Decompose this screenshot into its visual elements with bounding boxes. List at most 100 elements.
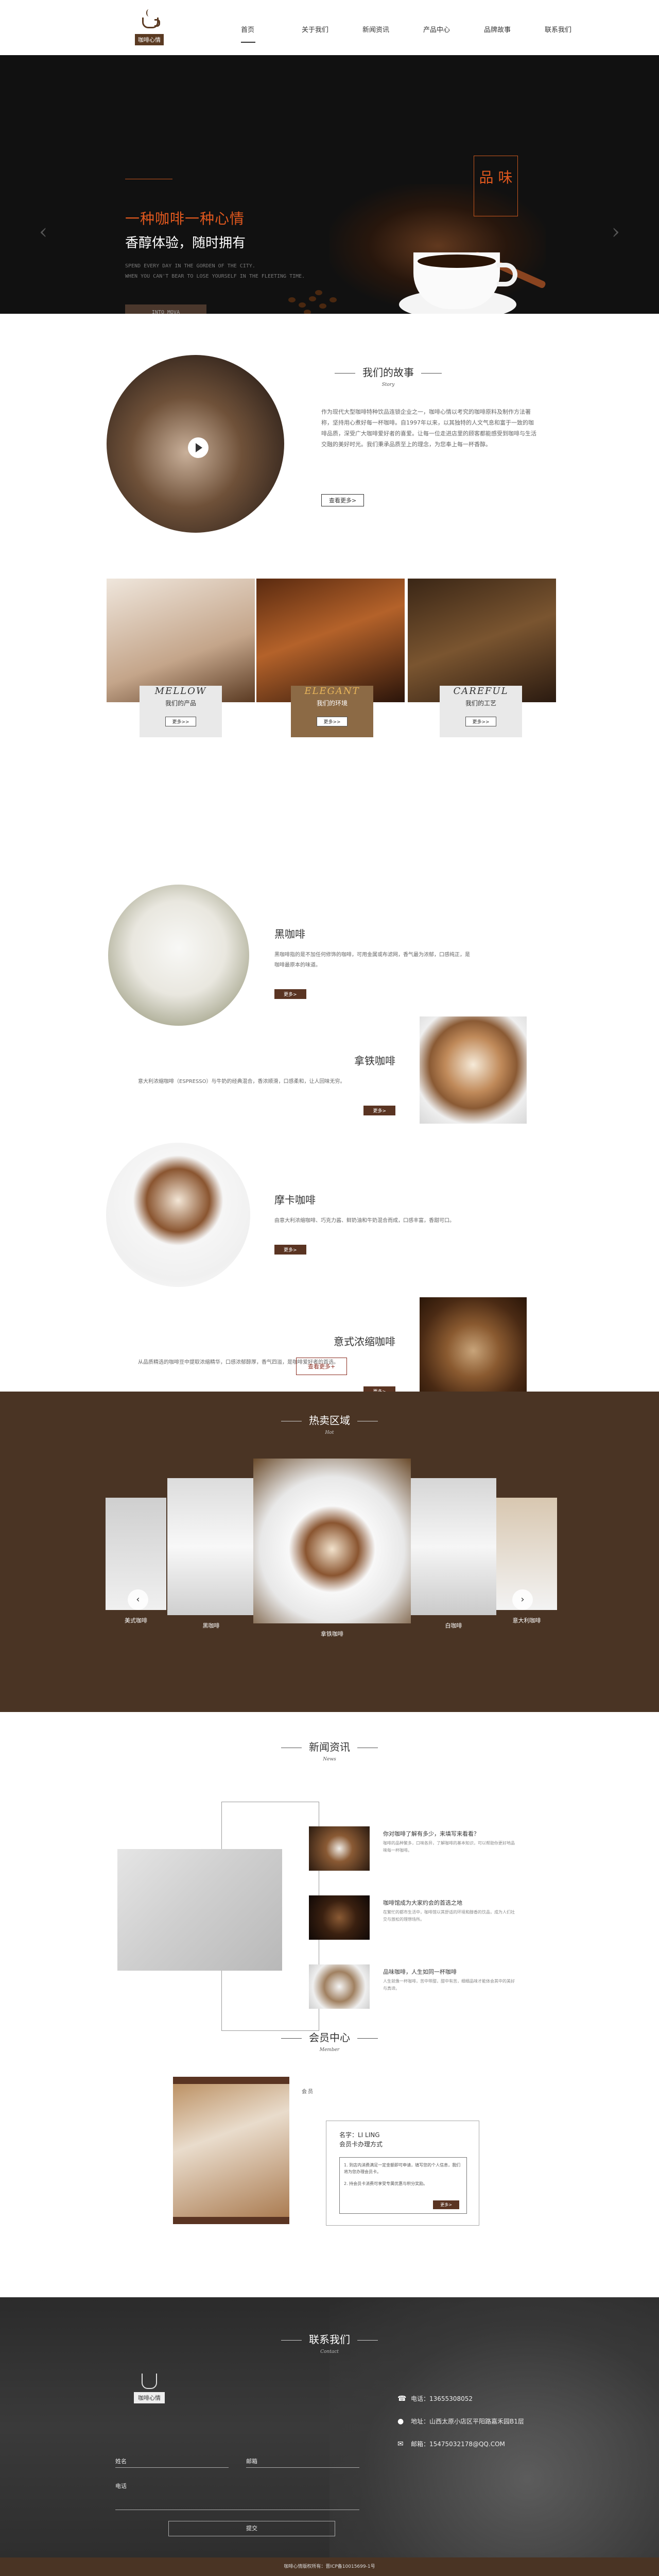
story-text: 作为现代大型咖啡特种饮品连锁企业之一，咖啡心情以考究的咖啡原料及制作方法著称，坚… [321,409,536,448]
logo-text: 咖啡心情 [135,34,164,45]
contact-section: 联系我们 Contact 咖啡心情 ☎ 电话：13655308052 ● 地址：山西… [0,2297,659,2557]
panel-craft[interactable] [408,579,556,702]
site-logo[interactable]: 咖啡心情 [134,7,165,48]
news-item-desc: 在繁忙的都市生活中，咖啡馆以其舒适的环境和醇香的饮品，成为人们社交与放松的理想场… [383,1910,515,1922]
product-more-button[interactable]: 更多> [274,1245,306,1255]
hot-section: 热卖区域 Hot 美式咖啡 黑咖啡 拿铁咖啡 白咖啡 意大利咖啡 ‹ › [0,1392,659,1712]
feature-panels: MELLOW 我们的产品 更多>> ELEGANT 我们的环境 更多>> CAR… [0,579,659,841]
member-photo [173,2077,289,2224]
panel-craft-button[interactable]: 更多>> [465,717,496,726]
hot-next-button[interactable]: › [512,1589,533,1610]
story-heading: 我们的故事 Story [321,364,455,387]
banner-button[interactable]: INTO MOVA [125,304,206,314]
coffee-bean [319,303,326,309]
contact-logo: 咖啡心情 [134,2374,165,2403]
news-item[interactable]: 咖啡馆成为大家约会的首选之地 在繁忙的都市生活中，咖啡馆以其舒适的环境和醇香的饮… [309,1895,535,1942]
nav-products[interactable]: 产品中心 [423,24,484,34]
phone-icon: ☎ [397,2395,407,2403]
member-name: 名字：LI LING [339,2131,380,2139]
hot-item-white-coffee[interactable]: 白咖啡 [411,1478,496,1629]
news-item-desc: 人生就像一杯咖啡，苦中带甜，甜中有苦，细细品味才能体会其中的美好与真谛。 [383,1979,515,1991]
nav-about[interactable]: 关于我们 [302,24,362,34]
product-black-coffee: 黑咖啡 黑咖啡指的是不加任何修饰的咖啡，可用金属或布滤网，香气最为浓郁，口感纯正… [274,926,470,999]
mail-icon: ✉ [397,2440,404,2448]
product-mocha: 摩卡咖啡 由意大利浓缩咖啡、巧克力酱、鲜奶油和牛奶混合而成，口感丰富，香甜可口。… [274,1192,470,1255]
products-section: 黑咖啡 黑咖啡指的是不加任何修饰的咖啡，可用金属或布滤网，香气最为浓郁，口感纯正… [0,841,659,1404]
news-item-title: 品味咖啡，人生如同一杯咖啡 [383,1969,457,1975]
product-desc: 从品质精选的咖啡豆中提取浓缩精华，口感浓郁醇厚，香气四溢，是咖啡爱好者的首选。 [138,1360,339,1365]
product-desc: 意大利浓缩咖啡（ESPRESSO）与牛奶的经典混合，香浓顺滑，口感柔和，让人回味… [138,1079,345,1084]
contact-address: ● 地址：山西太原小店区平阳路嘉禾园B1层 [397,2417,524,2426]
banner-subheadline: 香醇体验，随时拥有 [125,235,246,251]
banner-prev-arrow[interactable]: ‹ [39,220,47,244]
news-item[interactable]: 品味咖啡，人生如同一杯咖啡 人生就像一杯咖啡，苦中带甜，甜中有苦，细细品味才能体… [309,1964,535,2011]
contact-subtitle: Contact [320,2349,339,2354]
panel-products[interactable] [107,579,255,702]
story-section: 我们的故事 Story 作为现代大型咖啡特种饮品连锁企业之一，咖啡心情以考究的咖… [0,314,659,579]
member-step-1: 1. 到店内消费满足一定金额即可申请，填写您的个人信息，我们将为您办理会员卡。 [344,2163,461,2174]
coffee-bean [299,302,306,308]
contact-address-text: 地址：山西太原小店区平阳路嘉禾园B1层 [411,2418,524,2425]
panel-products-button[interactable]: 更多>> [165,717,196,726]
panel-environment-en: ELEGANT [304,686,360,697]
name-field[interactable] [115,2467,229,2468]
panel-environment-card: ELEGANT 我们的环境 更多>> [291,686,373,737]
coffee-bean [309,296,316,301]
news-item-title: 咖啡馆成为大家约会的首选之地 [383,1900,462,1906]
contact-email: ✉ 邮箱：15475032178@QQ.COM [397,2439,505,2448]
coffee-bean [304,310,311,314]
products-more-button[interactable]: 查看更多+ [296,1358,348,1375]
nav-news[interactable]: 新闻资讯 [362,24,423,34]
banner-headline: 一种咖啡一种心情 [125,210,245,227]
product-name: 摩卡咖啡 [274,1194,316,1206]
hot-item-black-coffee[interactable]: 黑咖啡 [167,1478,255,1629]
panel-craft-card: CAREFUL 我们的工艺 更多>> [440,686,522,737]
story-more-button[interactable]: 查看更多> [321,494,365,506]
story-subtitle: Story [381,382,395,387]
panel-craft-en: CAREFUL [453,686,509,697]
member-more-button[interactable]: 更多> [433,2200,459,2209]
banner-english-line-1: SPEND EVERY DAY IN THE GORDEN OF THE CIT… [125,263,255,269]
product-more-button[interactable]: 更多> [363,1106,395,1115]
contact-title: 联系我们 [309,2333,350,2346]
hot-item-caption: 黑咖啡 [202,1622,220,1629]
panel-environment-button[interactable]: 更多>> [317,717,348,726]
coffee-cup-icon [139,9,160,30]
nav-contact[interactable]: 联系我们 [545,24,605,34]
hot-item-caption: 白咖啡 [445,1622,462,1629]
black-coffee-image [108,885,249,1026]
banner-english-line-2: WHEN YOU CAN'T BEAR TO LOSE YOURSELF IN … [125,274,305,279]
news-item[interactable]: 你对咖啡了解有多少，来填写来看看？ 咖啡的品种繁多，口味各异，了解咖啡的基本知识… [309,1826,535,1873]
hot-prev-button[interactable]: ‹ [128,1589,148,1610]
nav-home[interactable]: 首页 [241,24,302,43]
panel-environment-cn: 我们的环境 [316,700,348,707]
hot-item-caption: 拿铁咖啡 [321,1631,343,1637]
espresso-image [420,1297,527,1404]
product-more-button[interactable]: 更多> [274,989,306,999]
panel-environment[interactable] [256,579,405,702]
panel-craft-cn: 我们的工艺 [465,700,496,707]
nav-brand-story[interactable]: 品牌故事 [484,24,545,34]
phone-label: 电话 [115,2483,127,2489]
news-subtitle: News [323,1757,336,1762]
member-corner-label: 会员 [302,2089,314,2095]
email-field[interactable] [246,2467,359,2468]
location-icon: ● [397,2417,404,2426]
submit-button[interactable]: 提交 [168,2521,335,2536]
news-heading: 新闻资讯 News [0,1739,659,1762]
hot-item-latte[interactable]: 拿铁咖啡 [253,1459,411,1637]
member-section: 会员中心 Member 会员 名字：LI LING 会员卡办理方式 1. 到店内… [0,2011,659,2297]
latte-image [420,1016,527,1124]
news-feature-image[interactable] [117,1849,282,1971]
member-steps: 1. 到店内消费满足一定金额即可申请，填写您的个人信息，我们将为您办理会员卡。 … [339,2157,467,2214]
product-desc: 由意大利浓缩咖啡、巧克力酱、鲜奶油和牛奶混合而成，口感丰富，香甜可口。 [274,1218,455,1224]
panel-products-cn: 我们的产品 [165,700,196,707]
panel-products-card: MELLOW 我们的产品 更多>> [140,686,222,737]
member-method: 会员卡办理方式 [339,2141,383,2148]
contact-phone-text: 电话：13655308052 [411,2395,473,2402]
name-label: 姓名 [115,2458,127,2465]
play-icon[interactable] [188,437,209,458]
story-video-image[interactable] [107,355,284,533]
banner-next-arrow[interactable]: › [612,220,620,244]
email-label: 邮箱 [246,2458,257,2465]
